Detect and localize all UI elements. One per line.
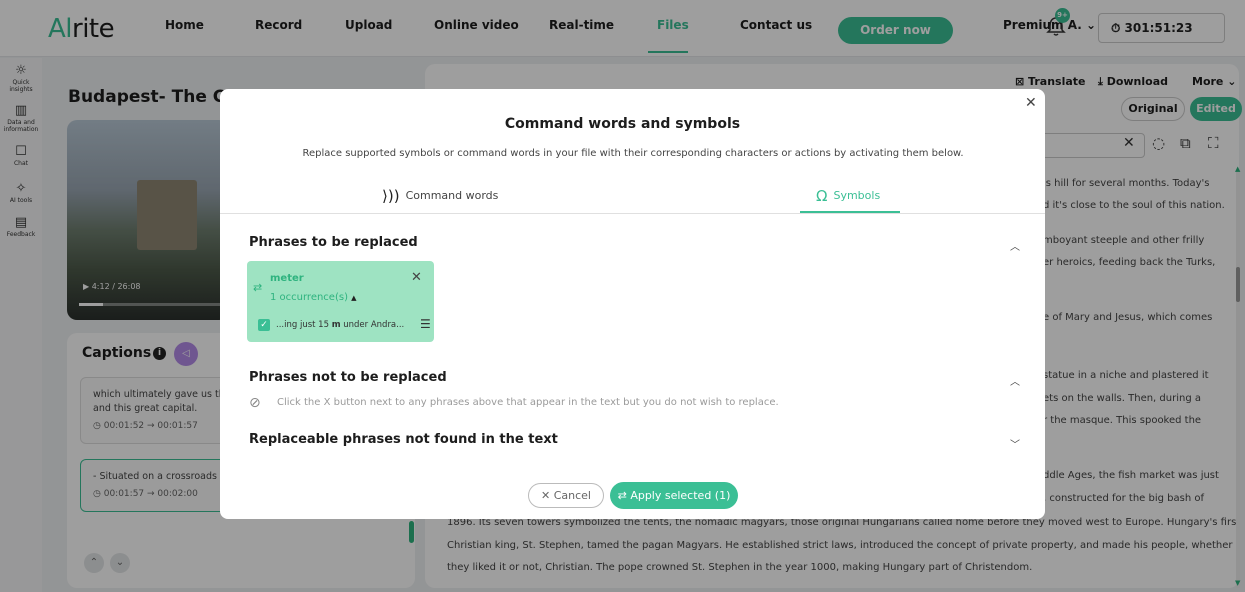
phrase-word: meter	[270, 273, 304, 284]
active-tab-underline	[800, 211, 900, 213]
modal-subtitle: Replace supported symbols or command wor…	[302, 148, 964, 159]
modal-title: Command words and symbols	[504, 116, 741, 132]
omega-icon: Ω	[816, 187, 828, 205]
occurrence-checkbox[interactable]: ✓	[258, 319, 270, 331]
list-icon[interactable]: ☰	[420, 317, 431, 331]
phrase-card[interactable]: ⇄ meter ✕ 1 occurrence(s) ▲ ✓ ...ing jus…	[247, 261, 434, 342]
occurrence-context: ...ing just 15 m under Andra...	[276, 320, 405, 330]
occurrence-toggle[interactable]: 1 occurrence(s) ▲	[270, 292, 357, 303]
replace-icon: ⇄	[253, 281, 263, 294]
chevron-down-icon[interactable]: ﹀	[1010, 436, 1020, 451]
section-phrases-to-replace[interactable]: Phrases to be replaced	[249, 235, 418, 250]
tab-symbols[interactable]: Ω Symbols	[816, 187, 880, 205]
tab-command-words[interactable]: ⟩)) Command words	[382, 187, 498, 205]
close-icon[interactable]: ✕	[1025, 95, 1037, 111]
chevron-up-icon[interactable]: ︿	[1010, 238, 1020, 253]
apply-selected-button[interactable]: ⇄ Apply selected (1)	[610, 482, 738, 509]
tab-divider	[220, 213, 1045, 214]
section-phrases-not-to-replace[interactable]: Phrases not to be replaced	[249, 370, 447, 385]
replace-icon: ⇄	[617, 489, 631, 502]
blocked-icon: ⊘	[249, 395, 261, 411]
section-phrases-not-found[interactable]: Replaceable phrases not found in the tex…	[249, 432, 558, 447]
hint-text: Click the X button next to any phrases a…	[277, 397, 779, 408]
caret-up-icon: ▲	[351, 294, 357, 302]
cancel-button[interactable]: ✕ Cancel	[528, 483, 604, 508]
voice-command-icon: ⟩))	[382, 187, 400, 205]
remove-phrase-icon[interactable]: ✕	[411, 270, 422, 285]
chevron-up-icon[interactable]: ︿	[1010, 373, 1020, 388]
